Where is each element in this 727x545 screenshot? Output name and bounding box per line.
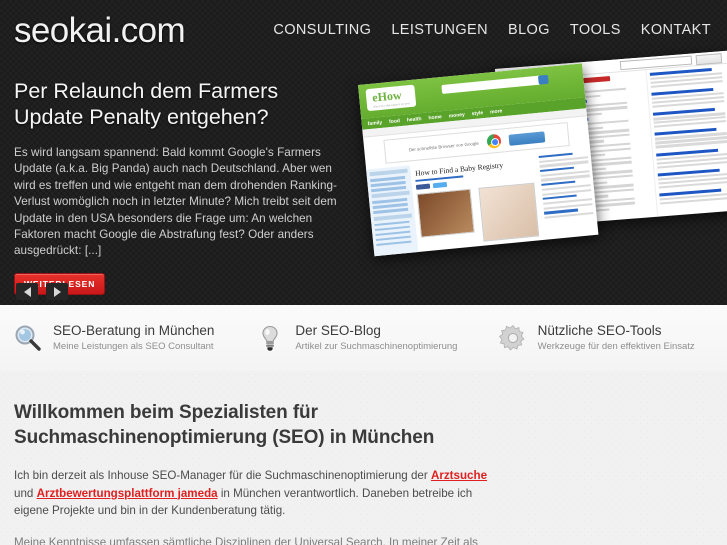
ehow-columns: How to Find a Baby Registry (366, 148, 599, 257)
feature-bar: SEO-Beratung in München Meine Leistungen… (0, 305, 727, 372)
site-header: seokai.com CONSULTING LEISTUNGEN BLOG TO… (0, 0, 727, 59)
hero-text-block: Per Relaunch dem Farmers Update Penalty … (14, 78, 344, 295)
page-root: seokai.com CONSULTING LEISTUNGEN BLOG TO… (0, 0, 727, 545)
ehow-footer (376, 253, 599, 257)
nav-item-tools[interactable]: TOOLS (560, 22, 631, 38)
feature-seo-beratung[interactable]: SEO-Beratung in München Meine Leistungen… (0, 305, 242, 371)
slider-prev-button[interactable] (16, 283, 38, 300)
gear-icon (498, 324, 527, 352)
ehow-right-column (536, 148, 599, 256)
intro-text-b: und (14, 486, 37, 500)
ehow-search-field (441, 75, 542, 94)
lightbulb-icon (256, 324, 284, 352)
dark-hero-region: seokai.com CONSULTING LEISTUNGEN BLOG TO… (0, 0, 727, 305)
ehow-logo: eHow discover the expert in you (365, 84, 417, 112)
ad-cta-button (508, 130, 546, 146)
slider-controls (16, 283, 68, 300)
chevron-right-icon (53, 286, 61, 297)
hero-screenshot-montage: eHow discover the expert in you family foo… (350, 50, 727, 305)
page-title: Willkommen beim Spezialisten für Suchmas… (14, 402, 435, 448)
ehow-photo-shoes (417, 189, 476, 239)
intro-paragraph-2: Meine Kenntnisse umfassen sämtliche Disz… (14, 535, 478, 545)
intro-text-a: Ich bin derzeit als Inhouse SEO-Manager … (14, 469, 431, 482)
feature-subtitle: Artikel zur Suchmaschinenoptimierung (295, 341, 458, 352)
hero-excerpt: Es wird langsam spannend: Bald kommt Goo… (14, 146, 337, 258)
nav-item-blog[interactable]: BLOG (498, 22, 560, 38)
chrome-logo-icon (486, 133, 502, 149)
hero-title: Per Relaunch dem Farmers Update Penalty … (14, 79, 279, 129)
magnifier-icon (14, 324, 42, 352)
nav-item-consulting[interactable]: CONSULTING (263, 22, 381, 38)
main-content-region: Willkommen beim Spezialisten für Suchmas… (0, 371, 727, 545)
slider-next-button[interactable] (46, 283, 68, 300)
link-arztsuche[interactable]: Arztsuche (431, 469, 487, 482)
intro-content: Willkommen beim Spezialisten für Suchmas… (14, 401, 494, 545)
site-logo[interactable]: seokai.com (14, 11, 186, 51)
ehow-search-button (537, 74, 549, 85)
link-jameda[interactable]: Arztbewertungsplattform jameda (37, 487, 218, 500)
search-button-graphic (695, 53, 723, 66)
ehow-article-column: How to Find a Baby Registry (410, 153, 546, 256)
intro-paragraph-1: Ich bin derzeit als Inhouse SEO-Manager … (14, 467, 494, 520)
feature-seo-tools[interactable]: Nützliche SEO-Tools Werkzeuge für den ef… (485, 305, 727, 371)
feature-title: Nützliche SEO-Tools (537, 323, 662, 338)
feature-subtitle: Werkzeuge für den effektiven Einsatz (537, 341, 695, 352)
feature-title: Der SEO-Blog (295, 323, 381, 338)
results-sidebar-ads (645, 63, 727, 218)
chevron-left-icon (23, 286, 31, 297)
hero-slider: Per Relaunch dem Farmers Update Penalty … (0, 50, 727, 305)
feature-subtitle: Meine Leistungen als SEO Consultant (53, 341, 214, 352)
nav-item-leistungen[interactable]: LEISTUNGEN (381, 22, 498, 38)
feature-seo-blog[interactable]: Der SEO-Blog Artikel zur Suchmaschinenop… (242, 305, 484, 371)
screenshot-ehow-article: eHow discover the expert in you family foo… (358, 63, 599, 257)
feature-title: SEO-Beratung in München (53, 323, 215, 338)
nav-item-kontakt[interactable]: KONTAKT (631, 22, 721, 38)
ehow-photo-baby (478, 182, 540, 243)
main-navigation: CONSULTING LEISTUNGEN BLOG TOOLS KONTAKT (263, 22, 721, 38)
